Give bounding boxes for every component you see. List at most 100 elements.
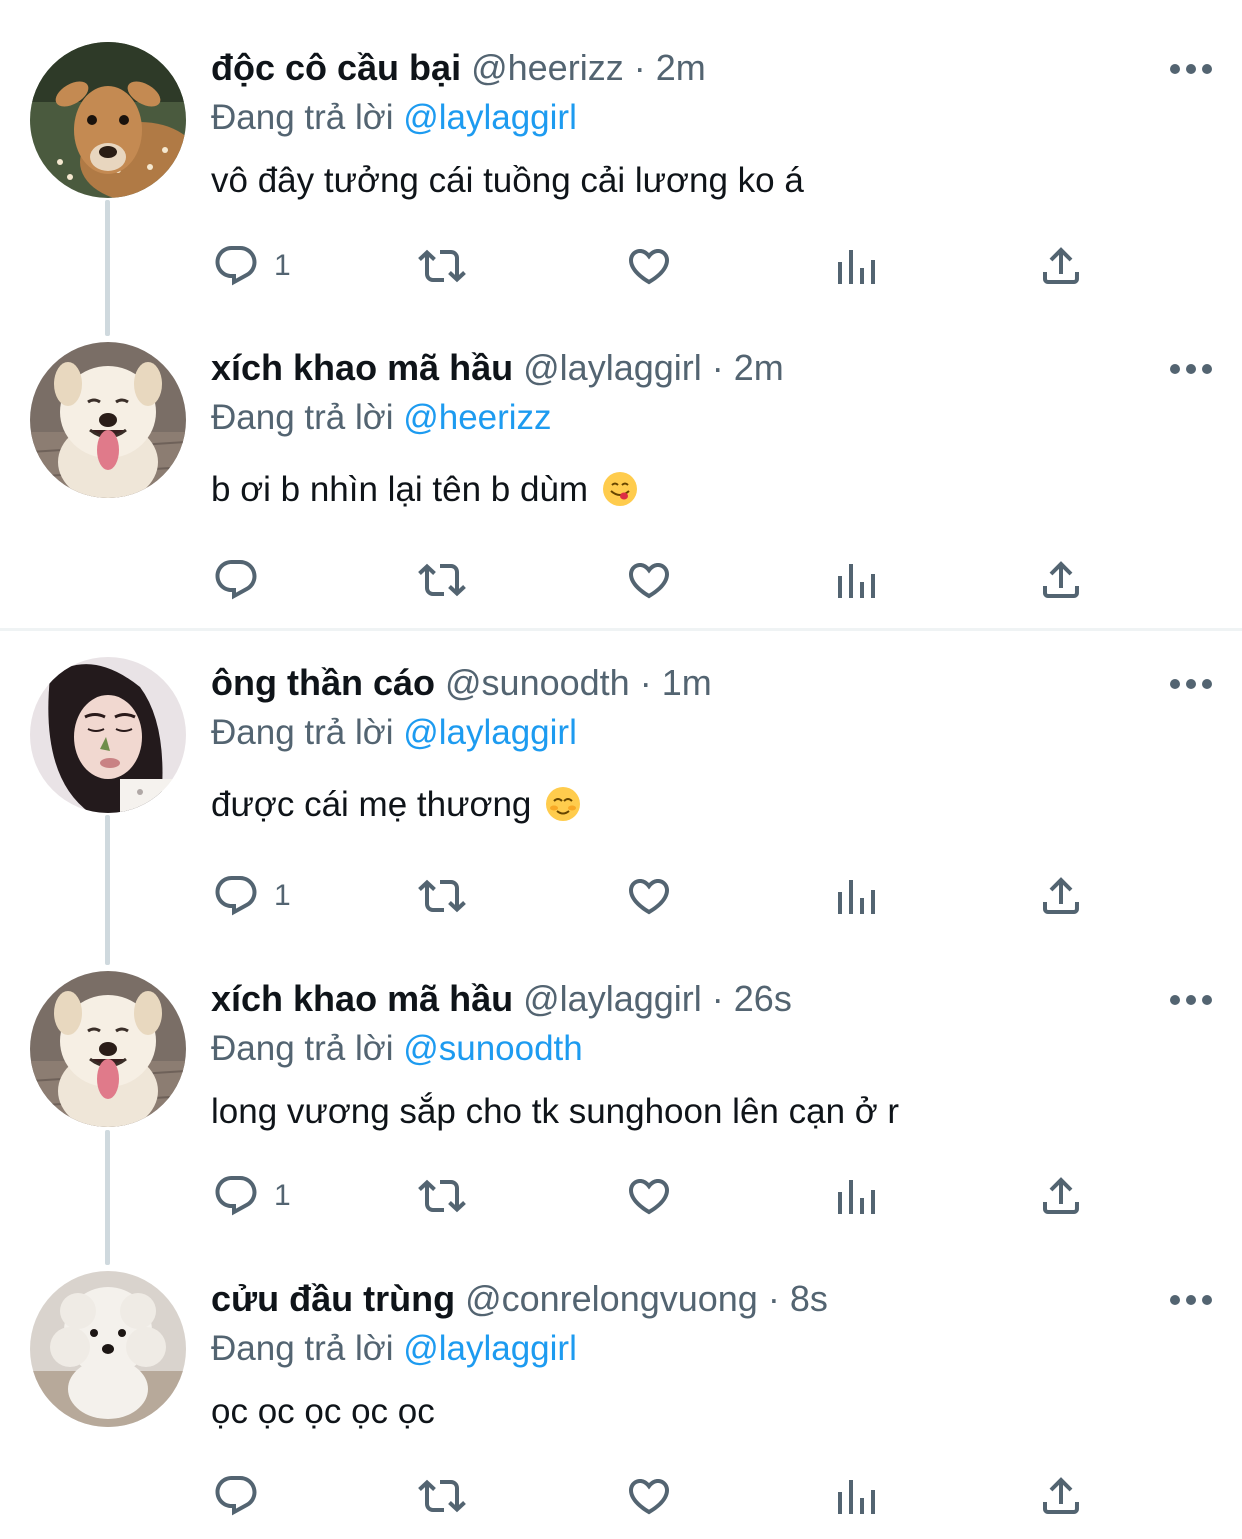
timestamp[interactable]: 2m: [656, 47, 706, 88]
tweet-text: b ơi b nhìn lại tên b dùm: [211, 467, 638, 513]
retweet-button[interactable]: [418, 238, 466, 294]
share-icon: [1043, 561, 1079, 598]
avatar[interactable]: [30, 42, 186, 198]
share-button[interactable]: [1037, 868, 1085, 924]
display-name[interactable]: cửu đầu trùng: [211, 1278, 455, 1319]
like-button[interactable]: [625, 1168, 673, 1224]
share-button[interactable]: [1037, 1468, 1085, 1524]
timestamp[interactable]: 8s: [790, 1278, 828, 1319]
tweet[interactable]: ông thần cáo @sunoodth · 1m Đang trả lời…: [0, 631, 1242, 951]
heart-icon: [628, 879, 670, 915]
share-button[interactable]: [1037, 1168, 1085, 1224]
retweet-button[interactable]: [418, 1168, 466, 1224]
user-handle[interactable]: @laylaggirl: [523, 978, 702, 1019]
tweet-header: xích khao mã hầu @laylaggirl · 26s: [211, 977, 792, 1021]
separator: ·: [711, 347, 724, 388]
more-icon[interactable]: [1170, 677, 1212, 691]
tweet-text: được cái mẹ thương: [211, 782, 581, 828]
replying-label: Đang trả lời: [211, 713, 394, 752]
views-button[interactable]: [832, 238, 880, 294]
share-icon: [1043, 1477, 1079, 1514]
display-name[interactable]: xích khao mã hầu: [211, 347, 513, 388]
views-icon: [838, 250, 875, 284]
mention-link[interactable]: @laylaggirl: [403, 713, 577, 752]
more-icon[interactable]: [1170, 62, 1212, 76]
user-handle[interactable]: @laylaggirl: [523, 347, 702, 388]
more-icon[interactable]: [1170, 993, 1212, 1007]
action-bar: 1: [0, 1168, 1242, 1224]
separator: ·: [639, 662, 652, 703]
user-handle[interactable]: @heerizz: [471, 47, 624, 88]
views-button[interactable]: [832, 868, 880, 924]
more-icon[interactable]: [1170, 1293, 1212, 1307]
avatar[interactable]: [30, 1271, 186, 1427]
tweet-text: ọc ọc ọc ọc ọc: [211, 1392, 435, 1431]
views-button[interactable]: [832, 1168, 880, 1224]
timestamp[interactable]: 1m: [662, 662, 712, 703]
reply-icon: [215, 246, 257, 286]
avatar[interactable]: [30, 342, 186, 498]
views-button[interactable]: [832, 1468, 880, 1524]
user-handle[interactable]: @sunoodth: [445, 662, 630, 703]
timestamp[interactable]: 2m: [734, 347, 784, 388]
views-icon: [838, 1180, 875, 1214]
avatar[interactable]: [30, 657, 186, 813]
retweet-button[interactable]: [418, 1468, 466, 1524]
reply-button[interactable]: [212, 552, 274, 608]
retweet-icon: [418, 879, 466, 913]
tweet[interactable]: xích khao mã hầu @laylaggirl · 2m Đang t…: [0, 320, 1242, 630]
deer-avatar: [30, 42, 186, 198]
separator: ·: [633, 47, 646, 88]
reply-button[interactable]: 1: [212, 868, 291, 924]
replying-to: Đang trả lời @laylaggirl: [211, 711, 577, 755]
yum-face-emoji: [602, 472, 637, 506]
reply-count: 1: [274, 1179, 291, 1212]
mention-link[interactable]: @laylaggirl: [403, 1329, 577, 1368]
retweet-button[interactable]: [418, 552, 466, 608]
display-name[interactable]: xích khao mã hầu: [211, 978, 513, 1019]
mention-link[interactable]: @laylaggirl: [403, 98, 577, 137]
share-icon: [1043, 1177, 1079, 1214]
reply-count: 1: [274, 879, 291, 912]
timestamp[interactable]: 26s: [734, 978, 792, 1019]
tweet-header: độc cô cầu bại @heerizz · 2m: [211, 46, 706, 90]
reply-button[interactable]: 1: [212, 1168, 291, 1224]
share-button[interactable]: [1037, 552, 1085, 608]
reply-icon: [215, 876, 257, 916]
share-button[interactable]: [1037, 238, 1085, 294]
heart-icon: [628, 1479, 670, 1515]
user-handle[interactable]: @conrelongvuong: [465, 1278, 758, 1319]
replying-label: Đang trả lời: [211, 98, 394, 137]
separator: ·: [711, 978, 724, 1019]
reply-icon: [215, 560, 257, 600]
like-button[interactable]: [625, 552, 673, 608]
views-button[interactable]: [832, 552, 880, 608]
tweet-header: xích khao mã hầu @laylaggirl · 2m: [211, 346, 784, 390]
reply-icon: [215, 1476, 257, 1516]
share-icon: [1043, 247, 1079, 284]
display-name[interactable]: ông thần cáo: [211, 662, 435, 703]
mention-link[interactable]: @heerizz: [403, 398, 551, 437]
reply-button[interactable]: [212, 1468, 274, 1524]
avatar[interactable]: [30, 971, 186, 1127]
like-button[interactable]: [625, 868, 673, 924]
tweet-header: ông thần cáo @sunoodth · 1m: [211, 661, 712, 705]
tweet-text: long vương sắp cho tk sunghoon lên cạn ở…: [211, 1092, 900, 1131]
tweet[interactable]: xích khao mã hầu @laylaggirl · 26s Đang …: [0, 951, 1242, 1251]
like-button[interactable]: [625, 1468, 673, 1524]
tweet-text: vô đây tưởng cái tuồng cải lương ko á: [211, 161, 804, 200]
like-button[interactable]: [625, 238, 673, 294]
tweet[interactable]: độc cô cầu bại @heerizz · 2m Đang trả lờ…: [0, 0, 1242, 320]
retweet-button[interactable]: [418, 868, 466, 924]
replying-label: Đang trả lời: [211, 1329, 394, 1368]
replying-to: Đang trả lời @laylaggirl: [211, 96, 577, 140]
more-icon[interactable]: [1170, 362, 1212, 376]
replying-to: Đang trả lời @laylaggirl: [211, 1327, 577, 1371]
display-name[interactable]: độc cô cầu bại: [211, 47, 461, 88]
tweet[interactable]: cửu đầu trùng @conrelongvuong · 8s Đang …: [0, 1251, 1242, 1539]
mention-link[interactable]: @sunoodth: [403, 1029, 583, 1068]
tweet-text-content: được cái mẹ thương: [211, 785, 532, 824]
heart-icon: [628, 1179, 670, 1215]
views-icon: [838, 564, 875, 598]
reply-button[interactable]: 1: [212, 238, 291, 294]
